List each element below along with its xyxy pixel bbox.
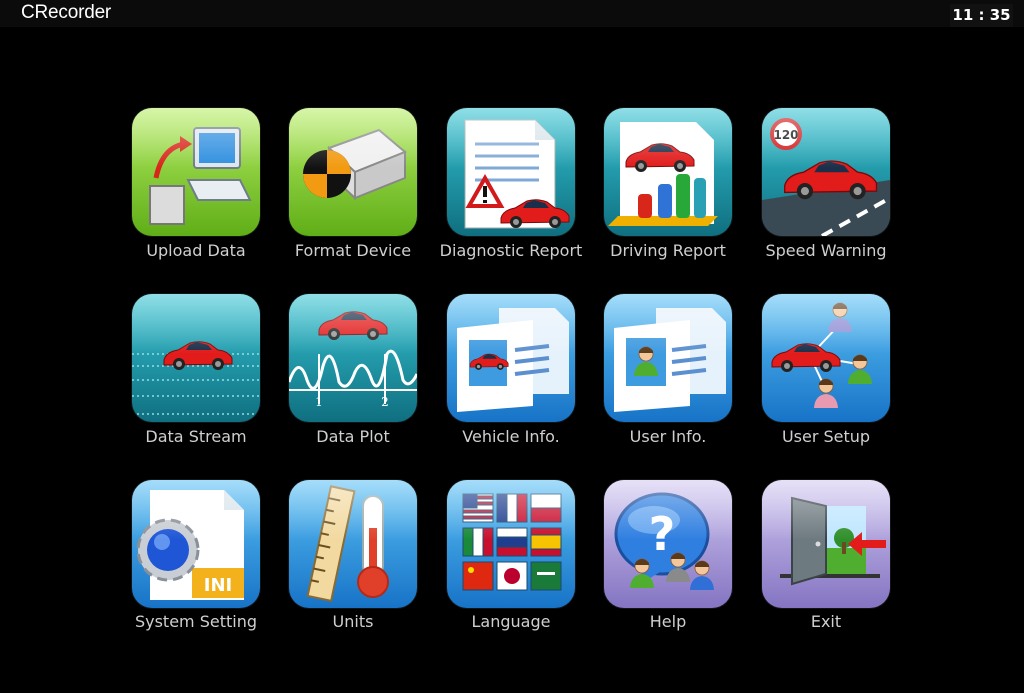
exit-button[interactable] (762, 480, 890, 608)
system-setting-icon: INI (132, 480, 260, 608)
user-setup-label: User Setup (781, 427, 871, 446)
plot-tick-2: 2 (381, 395, 389, 409)
user-setup-icon (762, 294, 890, 422)
language-icon (447, 480, 575, 608)
format-device-icon (289, 108, 417, 236)
app-title: CRecorder (21, 2, 112, 23)
system-setting-label: System Setting (134, 612, 258, 631)
speed-warning-button[interactable]: 120 (762, 108, 890, 236)
language-button[interactable] (447, 480, 575, 608)
data-stream-icon (132, 294, 260, 422)
driving-report-button[interactable] (604, 108, 732, 236)
system-setting-button[interactable]: INI (132, 480, 260, 608)
plot-tick-1: 1 (315, 395, 323, 409)
data-stream-button[interactable] (132, 294, 260, 422)
vehicle-info-label: Vehicle Info. (462, 427, 560, 446)
help-button[interactable]: ? (604, 480, 732, 608)
driving-report-icon (604, 108, 732, 236)
data-plot-label: Data Plot (316, 427, 390, 446)
upload-data-button[interactable] (132, 108, 260, 236)
upload-data-icon (132, 108, 260, 236)
format-device-label: Format Device (294, 241, 412, 260)
diagnostic-report-icon (447, 108, 575, 236)
diagnostic-report-label: Diagnostic Report (439, 241, 583, 260)
user-setup-button[interactable] (762, 294, 890, 422)
language-label: Language (471, 612, 551, 631)
format-device-button[interactable] (289, 108, 417, 236)
exit-icon (762, 480, 890, 608)
vehicle-info-icon (447, 294, 575, 422)
units-icon (289, 480, 417, 608)
data-plot-button[interactable]: 1 2 (289, 294, 417, 422)
data-stream-label: Data Stream (145, 427, 247, 446)
title-bar: CRecorder 11 : 35 (0, 0, 1024, 27)
clock: 11 : 35 (950, 4, 1013, 27)
user-info-button[interactable] (604, 294, 732, 422)
upload-data-label: Upload Data (146, 241, 246, 260)
user-info-label: User Info. (629, 427, 707, 446)
user-info-icon (604, 294, 732, 422)
help-icon: ? (604, 480, 732, 608)
units-button[interactable] (289, 480, 417, 608)
vehicle-info-button[interactable] (447, 294, 575, 422)
driving-report-label: Driving Report (610, 241, 726, 260)
ini-text: INI (204, 575, 232, 596)
units-label: Units (332, 612, 374, 631)
speed-warning-label: Speed Warning (765, 241, 887, 260)
diagnostic-report-button[interactable] (447, 108, 575, 236)
exit-label: Exit (810, 612, 842, 631)
help-label: Help (649, 612, 687, 631)
speed-warning-icon: 120 (762, 108, 890, 236)
data-plot-icon: 1 2 (289, 294, 417, 422)
